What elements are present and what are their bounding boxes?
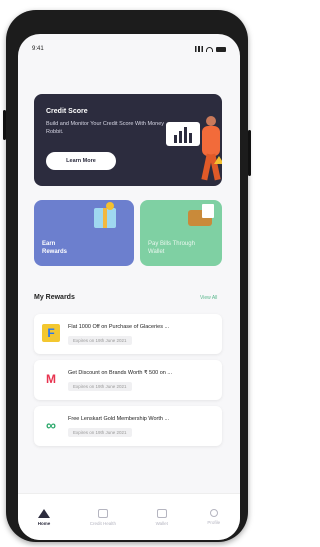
person-illustration [200,114,222,184]
nav-home-label: Home [37,520,51,526]
gift-icon [94,208,116,228]
nav-profile-label: Profile [207,520,221,525]
earn-rewards-tile[interactable]: Earn Rewards [34,200,134,266]
flipkart-logo-icon: F [42,324,60,342]
reward-expiry: Expires on 19th June 2021 [68,382,132,391]
reward-expiry: Expires on 19th June 2021 [68,336,132,345]
status-icons [195,46,226,52]
nav-wallet-label: Wallet [155,520,168,526]
wallet-icon [156,508,167,518]
arrow-up-icon [214,156,222,164]
bottom-navigation: Home Credit Health Wallet Profile [18,493,240,540]
view-all-link[interactable]: View All [200,295,217,301]
card-icon [97,508,108,518]
profile-icon [209,509,218,517]
status-bar: 9:41 [18,34,240,64]
nav-wallet[interactable]: Wallet [155,508,168,526]
reward-expiry: Expires on 19th June 2021 [68,428,132,437]
coin-icon [106,202,114,210]
home-icon [38,508,50,518]
credit-score-card[interactable]: Credit Score Build and Monitor Your Cred… [34,94,222,186]
battery-icon [216,46,226,52]
nav-profile[interactable]: Profile [207,509,220,525]
reward-text: Flat 1000 Off on Purchase of Glaceries .… [68,324,170,330]
power-button [248,130,251,176]
pay-bills-label: Pay Bills Through Wallet [148,241,195,255]
signal-icon [195,46,203,52]
reward-text: Free Lenskart Gold Membership Worth ... [68,416,170,422]
credit-score-description: Build and Monitor Your Credit Score With… [46,121,165,135]
reward-card[interactable]: ∞ Free Lenskart Gold Membership Worth ..… [34,406,222,446]
wifi-icon [206,46,213,52]
phone-frame: 9:41 Credit Score Build and Monitor Your… [3,10,251,542]
reward-card[interactable]: F Flat 1000 Off on Purchase of Glaceries… [34,314,222,354]
reward-card[interactable]: M Get Discount on Brands Worth ₹ 500 on … [34,360,222,400]
volume-button [3,110,6,140]
my-rewards-title: My Rewards [34,294,75,301]
bill-icon [202,204,214,218]
credit-score-title: Credit Score [46,108,88,115]
reward-text: Get Discount on Brands Worth ₹ 500 on ..… [68,370,172,376]
app-screen: 9:41 Credit Score Build and Monitor Your… [18,34,240,540]
nav-home[interactable]: Home [37,508,51,526]
nav-credit-health-label: Credit Health [89,520,117,526]
earn-rewards-label: Earn Rewards [42,241,68,255]
status-time: 9:41 [32,46,44,52]
nav-credit-health[interactable]: Credit Health [89,508,117,526]
bar-chart-icon [166,122,200,146]
learn-more-button[interactable]: Learn More [46,152,116,170]
pay-bills-tile[interactable]: Pay Bills Through Wallet [140,200,222,266]
myntra-logo-icon: M [46,372,56,386]
lenskart-logo-icon: ∞ [46,417,56,433]
